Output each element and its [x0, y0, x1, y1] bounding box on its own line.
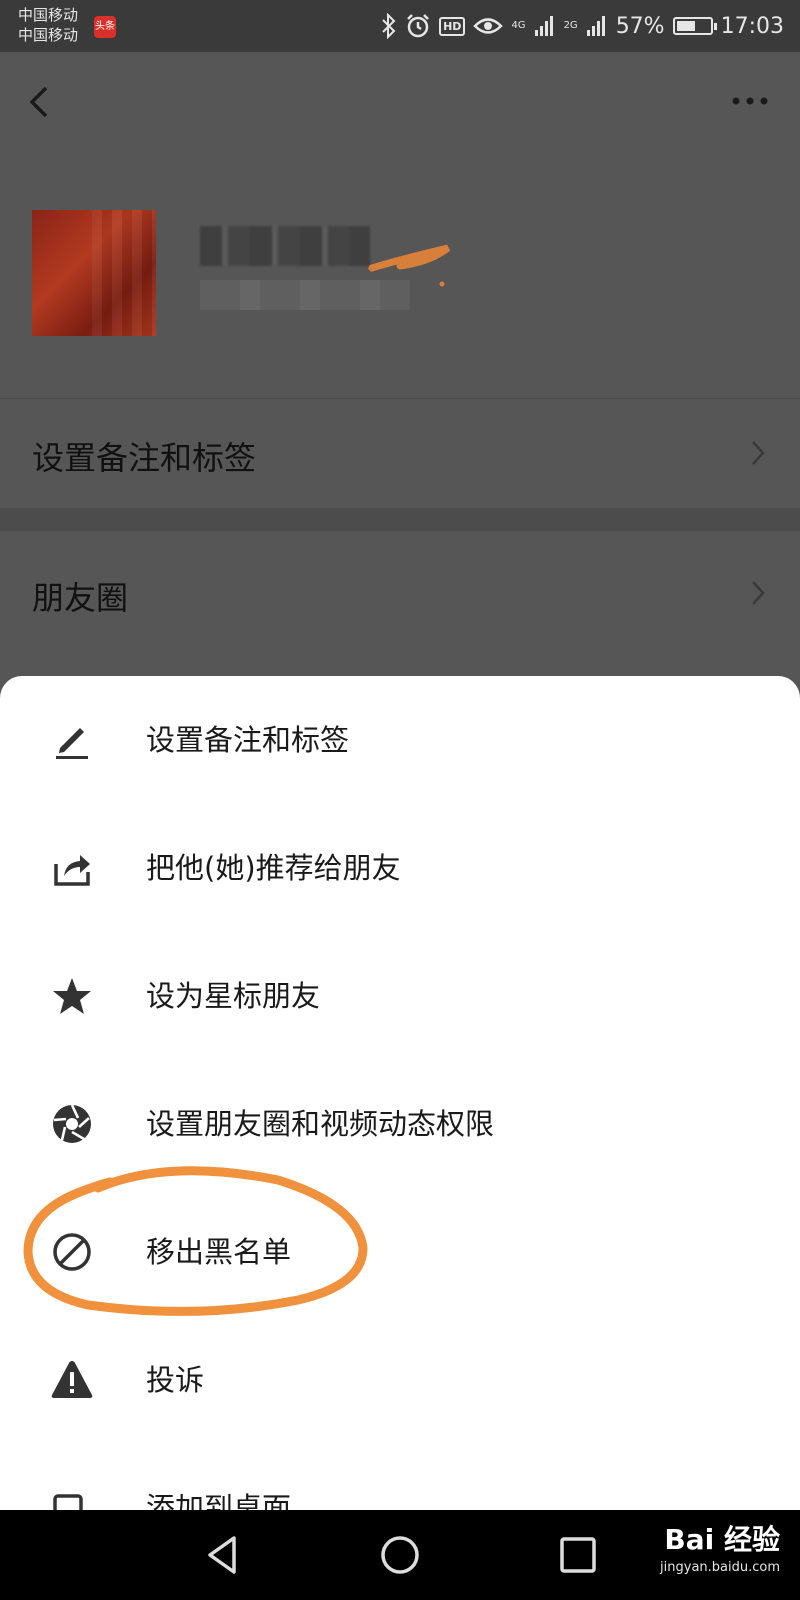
more-options-icon[interactable] — [730, 88, 770, 114]
menu-item-recommend[interactable]: 把他(她)推荐给朋友 — [0, 804, 800, 932]
top-bar — [0, 52, 800, 148]
news-badge-icon: 头条 — [94, 16, 116, 38]
baidu-jingyan-watermark: Bai 经验 jingyan.baidu.com — [660, 1520, 780, 1576]
menu-item-report[interactable]: 投诉 — [0, 1316, 800, 1444]
share-icon — [54, 855, 90, 886]
carrier-info: 中国移动 中国移动 — [18, 5, 78, 45]
action-sheet: 设置备注和标签 把他(她)推荐给朋友 设为星标朋友 设置朋友圈和视频动态权限 移… — [0, 676, 800, 1510]
system-nav-bar: Bai 经验 jingyan.baidu.com — [0, 1510, 800, 1600]
chevron-right-icon — [752, 581, 765, 605]
blurred-name — [200, 226, 370, 266]
star-icon — [53, 978, 91, 1014]
row-label: 朋友圈 — [32, 579, 129, 617]
menu-item-remove-blacklist[interactable]: 移出黑名单 — [0, 1188, 800, 1316]
carrier-1: 中国移动 — [18, 6, 79, 24]
bluetooth-icon — [382, 13, 396, 39]
profile-header — [0, 148, 800, 398]
edit-icon — [56, 728, 88, 759]
carrier-2: 中国移动 — [18, 26, 79, 44]
aperture-icon — [53, 1104, 91, 1143]
clock: 17:03 — [720, 13, 784, 39]
warning-icon — [51, 1361, 93, 1398]
alarm-icon — [407, 14, 429, 38]
chevron-right-icon — [752, 441, 765, 465]
menu-label: 移出黑名单 — [146, 1235, 292, 1269]
avatar[interactable] — [32, 210, 156, 336]
nav-recents-icon[interactable] — [553, 1530, 603, 1580]
menu-item-set-remark[interactable]: 设置备注和标签 — [0, 676, 800, 804]
menu-label: 投诉 — [146, 1363, 205, 1397]
signal-icon — [534, 16, 553, 36]
nav-back-icon[interactable] — [198, 1530, 248, 1580]
menu-label: 设置朋友圈和视频动态权限 — [146, 1107, 495, 1141]
row-moments[interactable]: 朋友圈 — [0, 530, 800, 676]
row-remark-tags[interactable]: 设置备注和标签 — [0, 398, 800, 506]
menu-item-star-friend[interactable]: 设为星标朋友 — [0, 932, 800, 1060]
hd-icon: HD — [439, 16, 466, 36]
block-icon — [53, 1233, 91, 1271]
watermark-url: jingyan.baidu.com — [660, 1560, 780, 1575]
status-icons: HD 4G 2G 57% 17:03 — [381, 10, 784, 42]
menu-label: 添加到桌面 — [146, 1491, 292, 1510]
signal-2g-label: 2G — [563, 20, 578, 31]
battery-fill — [676, 21, 695, 31]
menu-label: 设置备注和标签 — [146, 723, 350, 757]
back-arrow-icon[interactable] — [24, 82, 54, 122]
battery-percent: 57% — [615, 13, 665, 39]
eye-icon — [473, 18, 504, 34]
signal-4g-label: 4G — [511, 20, 526, 31]
blurred-id — [200, 280, 410, 310]
menu-label: 把他(她)推荐给朋友 — [146, 851, 401, 885]
status-bar: 中国移动 中国移动 头条 HD 4G 2G 57% 17:03 — [0, 0, 800, 52]
battery-icon — [672, 17, 717, 35]
section-divider — [0, 508, 800, 530]
nav-home-icon[interactable] — [375, 1530, 425, 1580]
row-label: 设置备注和标签 — [32, 439, 257, 477]
watermark-brand: Bai 经验 — [664, 1523, 780, 1556]
menu-item-moments-permission[interactable]: 设置朋友圈和视频动态权限 — [0, 1060, 800, 1188]
menu-item-add-to-desktop[interactable]: 添加到桌面 — [0, 1444, 800, 1510]
add-to-desktop-icon — [53, 1494, 83, 1510]
signal-icon-2 — [586, 16, 605, 36]
menu-label: 设为星标朋友 — [146, 979, 321, 1013]
